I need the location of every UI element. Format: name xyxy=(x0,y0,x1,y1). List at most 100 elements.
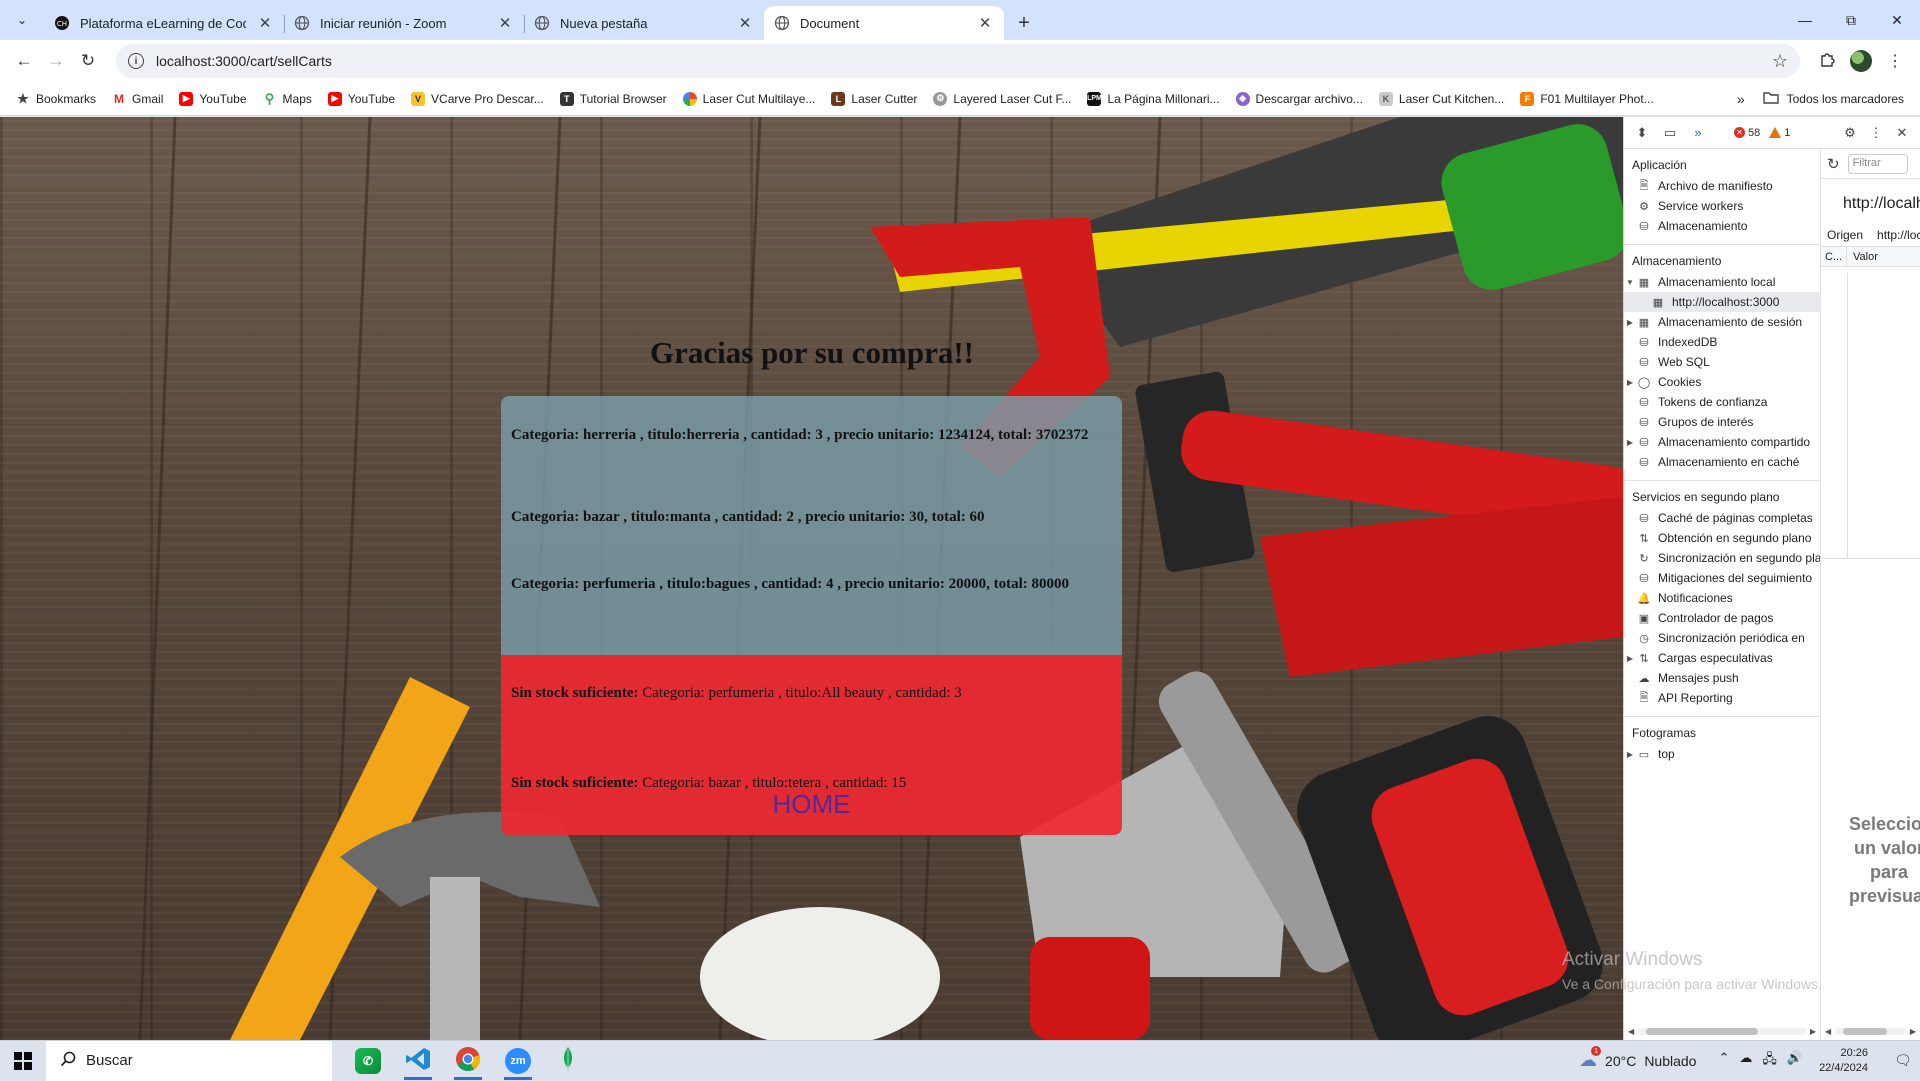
kebab-menu-icon[interactable]: ⋮ xyxy=(1864,121,1888,145)
onedrive-cloud-icon[interactable]: ☁ xyxy=(1739,1050,1752,1072)
collapsed-arrow-icon[interactable]: ▶ xyxy=(1624,654,1636,663)
close-icon[interactable]: ✕ xyxy=(1890,121,1914,145)
storage-table-body xyxy=(1821,273,1920,559)
bookmark-f01-multilayer[interactable]: F F01 Multilayer Phot... xyxy=(1512,86,1661,112)
bookmark-tutorial-browser[interactable]: T Tutorial Browser xyxy=(552,86,675,112)
device-toolbar-icon[interactable]: ▭ xyxy=(1658,121,1682,145)
close-icon[interactable]: ✕ xyxy=(736,14,754,32)
close-icon[interactable]: ✕ xyxy=(256,14,274,32)
tab-title: Plataforma eLearning de Coder xyxy=(80,15,246,31)
sidebar-item-local-storage[interactable]: ▼ ▦ Almacenamiento local xyxy=(1624,272,1820,292)
error-counter[interactable]: ✕ 58 1 xyxy=(1734,127,1790,139)
collapsed-arrow-icon[interactable]: ▶ xyxy=(1624,750,1636,759)
bookmark-gmail[interactable]: M Gmail xyxy=(104,86,171,112)
volume-icon[interactable]: 🔊 xyxy=(1787,1050,1803,1072)
tab-coder[interactable]: CH Plataforma eLearning de Coder ✕ xyxy=(44,6,284,40)
sidebar-item-session-storage[interactable]: ▶ ▦ Almacenamiento de sesión xyxy=(1624,312,1820,332)
minimize-button[interactable]: — xyxy=(1782,0,1828,40)
reload-button[interactable]: ↻ xyxy=(72,45,104,77)
menu-button[interactable]: ⋮ xyxy=(1878,45,1912,77)
restore-button[interactable]: ⧉ xyxy=(1828,0,1874,40)
taskbar-search-box[interactable]: Buscar xyxy=(46,1040,332,1081)
settings-gear-icon[interactable]: ⚙ xyxy=(1838,121,1862,145)
notifications-button[interactable]: 🗨 xyxy=(1886,1052,1920,1069)
tab-new-tab[interactable]: Nueva pestaña ✕ xyxy=(524,6,764,40)
forward-button[interactable]: → xyxy=(40,45,72,77)
more-panels-icon[interactable]: » xyxy=(1686,121,1710,145)
collapsed-arrow-icon[interactable]: ▶ xyxy=(1624,378,1636,387)
clock[interactable]: 20:26 22/4/2024 xyxy=(1819,1046,1868,1076)
sidebar-item-bounce-tracking[interactable]: ⛁ Mitigaciones del seguimiento xyxy=(1624,568,1820,588)
sidebar-item-periodic-sync[interactable]: ◷ Sincronización periódica en xyxy=(1624,628,1820,648)
sidebar-horizontal-scrollbar[interactable]: ◀ ▶ xyxy=(1628,1024,1816,1038)
extensions-button[interactable] xyxy=(1810,45,1844,77)
sidebar-item-background-sync[interactable]: ↻ Sincronización en segundo plano xyxy=(1624,548,1820,568)
sidebar-item-notifications[interactable]: 🔔 Notificaciones xyxy=(1624,588,1820,608)
bookmark-youtube-2[interactable]: ▶ YouTube xyxy=(320,86,403,112)
network-icon[interactable]: 🖧 xyxy=(1762,1050,1777,1072)
collapsed-arrow-icon[interactable]: ▶ xyxy=(1624,438,1636,447)
bookmark-vcarve[interactable]: V VCarve Pro Descar... xyxy=(403,86,552,112)
site-info-icon[interactable]: i xyxy=(128,53,144,69)
new-tab-button[interactable]: + xyxy=(1010,9,1038,37)
sidebar-item-reporting-api[interactable]: 🗎 API Reporting xyxy=(1624,688,1820,708)
bookmark-layered-laser[interactable]: ⚙ Layered Laser Cut F... xyxy=(925,86,1079,112)
column-key[interactable]: C... xyxy=(1821,247,1847,266)
sidebar-item-cache-storage[interactable]: ⛁ Almacenamiento en caché xyxy=(1624,452,1820,472)
url-text[interactable]: localhost:3000/cart/sellCarts xyxy=(156,53,1772,69)
bookmark-star-icon[interactable]: ☆ xyxy=(1772,51,1788,72)
bookmark-pagina-millonaria[interactable]: LPM La Página Millonari... xyxy=(1079,86,1227,112)
close-icon[interactable]: ✕ xyxy=(976,14,994,32)
sidebar-item-storage[interactable]: ⛁ Almacenamiento xyxy=(1624,216,1820,236)
sidebar-item-background-fetch[interactable]: ⇅ Obtención en segundo plano xyxy=(1624,528,1820,548)
all-bookmarks-folder[interactable]: Todos los marcadores xyxy=(1755,91,1912,107)
tab-zoom[interactable]: Iniciar reunión - Zoom ✕ xyxy=(284,6,524,40)
detail-horizontal-scrollbar[interactable]: ◀ ▶ xyxy=(1825,1024,1916,1038)
bookmark-laser-cut-kitchen[interactable]: K Laser Cut Kitchen... xyxy=(1371,86,1512,112)
sidebar-item-push-messaging[interactable]: ☁ Mensajes push xyxy=(1624,668,1820,688)
close-window-button[interactable]: ✕ xyxy=(1874,0,1920,40)
bookmark-laser-cutter[interactable]: L Laser Cutter xyxy=(823,86,925,112)
close-icon[interactable]: ✕ xyxy=(496,14,514,32)
bookmark-descargar-archivo[interactable]: ◆ Descargar archivo... xyxy=(1228,86,1371,112)
sidebar-item-manifest[interactable]: 🗎 Archivo de manifiesto xyxy=(1624,176,1820,196)
sidebar-item-service-workers[interactable]: ⚙ Service workers xyxy=(1624,196,1820,216)
sidebar-item-localhost-origin[interactable]: ▦ http://localhost:3000 xyxy=(1624,292,1820,312)
bookmark-bookmarks[interactable]: ★ Bookmarks xyxy=(8,86,104,112)
inspect-element-icon[interactable]: ⬍ xyxy=(1630,121,1654,145)
taskbar-app-chrome[interactable] xyxy=(446,1041,490,1081)
bookmark-youtube[interactable]: ▶ YouTube xyxy=(171,86,254,112)
column-value[interactable]: Valor xyxy=(1847,251,1878,263)
start-button[interactable] xyxy=(0,1041,46,1081)
taskbar-app-vscode[interactable] xyxy=(396,1041,440,1081)
sidebar-item-frame-top[interactable]: ▶ ▭ top xyxy=(1624,744,1820,764)
taskbar-app-zoom[interactable]: zm xyxy=(496,1041,540,1081)
address-bar[interactable]: i localhost:3000/cart/sellCarts ☆ xyxy=(116,44,1800,78)
sidebar-item-indexeddb[interactable]: ⛁ IndexedDB xyxy=(1624,332,1820,352)
taskbar-app-phone[interactable]: ✆ xyxy=(346,1041,390,1081)
message-icon: 🗨 xyxy=(1894,1052,1912,1068)
home-link[interactable]: HOME xyxy=(501,789,1122,820)
tab-search-button[interactable]: ⌄ xyxy=(8,6,36,34)
bookmark-maps[interactable]: ⚲ Maps xyxy=(255,86,320,112)
refresh-icon[interactable]: ↻ xyxy=(1827,155,1840,173)
back-button[interactable]: ← xyxy=(8,45,40,77)
sidebar-item-speculative-loads[interactable]: ▶ ⇅ Cargas especulativas xyxy=(1624,648,1820,668)
bookmark-laser-cut-multilayer[interactable]: Laser Cut Multilaye... xyxy=(675,86,824,112)
sidebar-item-shared-storage[interactable]: ▶ ⛁ Almacenamiento compartido xyxy=(1624,432,1820,452)
taskbar-app-mongodb[interactable] xyxy=(546,1041,590,1081)
tab-document[interactable]: Document ✕ xyxy=(764,6,1004,40)
sidebar-item-interest-groups[interactable]: ⛁ Grupos de interés xyxy=(1624,412,1820,432)
sidebar-item-trust-tokens[interactable]: ⛁ Tokens de confianza xyxy=(1624,392,1820,412)
sidebar-item-websql[interactable]: ⛁ Web SQL xyxy=(1624,352,1820,372)
profile-button[interactable] xyxy=(1844,45,1878,77)
sidebar-item-cookies[interactable]: ▶ ◯ Cookies xyxy=(1624,372,1820,392)
more-bookmarks-button[interactable]: » xyxy=(1727,91,1755,107)
chevron-up-icon[interactable]: ⌃ xyxy=(1718,1050,1729,1072)
filter-input[interactable]: Filtrar xyxy=(1847,153,1908,174)
sidebar-item-bfcache[interactable]: ⛁ Caché de páginas completas xyxy=(1624,508,1820,528)
weather-widget[interactable]: ☁ 1 20°C Nublado xyxy=(1579,1046,1696,1071)
collapsed-arrow-icon[interactable]: ▶ xyxy=(1624,318,1636,327)
sidebar-item-payment-handler[interactable]: ▣ Controlador de pagos xyxy=(1624,608,1820,628)
expanded-arrow-icon[interactable]: ▼ xyxy=(1624,278,1636,287)
